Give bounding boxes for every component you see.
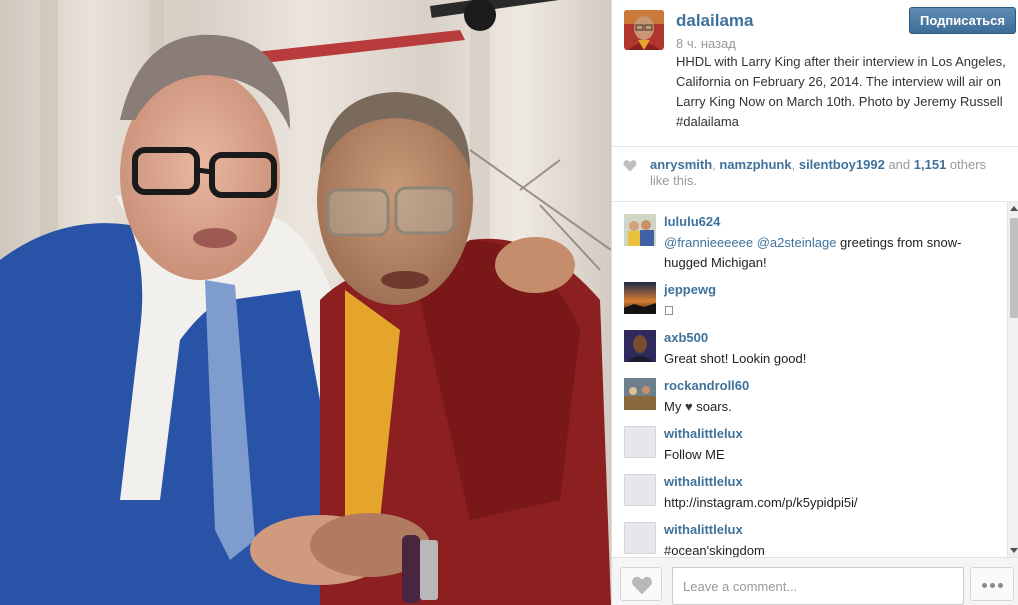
comment-username[interactable]: withalittlelux (664, 426, 743, 441)
avatar-image (624, 10, 664, 50)
comment-username[interactable]: axb500 (664, 330, 708, 345)
likes-summary: anrysmith, namzphunk, silentboy1992 and … (612, 147, 1018, 202)
likes-separator: , (791, 157, 799, 172)
commenter-avatar[interactable] (624, 214, 656, 246)
comment-mention[interactable]: @a2steinlage (757, 235, 837, 250)
comment-username[interactable]: jeppewg (664, 282, 716, 297)
heart-icon: ♥ (684, 399, 693, 414)
more-dots-icon (998, 583, 1003, 588)
post-header: dalailama 8 ч. назад HHDL with Larry Kin… (612, 0, 1018, 147)
comment-text-before: My (664, 399, 685, 414)
scrollbar-thumb[interactable] (1010, 218, 1018, 318)
comment-mention[interactable]: @frannieeeeee (664, 235, 753, 250)
comment-input[interactable] (672, 567, 964, 605)
comment-text: @frannieeeeee @a2steinlage greetings fro… (664, 233, 994, 273)
comment-text: Follow ME (664, 447, 725, 462)
post-photo[interactable] (0, 0, 611, 605)
commenter-avatar[interactable] (624, 474, 656, 506)
liker-link[interactable]: silentboy1992 (799, 157, 885, 172)
comment-text: My ♥ soars. (664, 397, 994, 417)
scroll-up-arrow-icon[interactable] (1010, 206, 1018, 211)
avatar-image (624, 282, 656, 314)
post-photo-image (0, 0, 611, 605)
liker-link[interactable]: anrysmith (650, 157, 712, 172)
commenter-avatar[interactable] (624, 330, 656, 362)
commenter-avatar[interactable] (624, 378, 656, 410)
comment-username[interactable]: withalittlelux (664, 474, 743, 489)
comment-text-after: soars. (692, 399, 732, 414)
avatar-image (624, 378, 656, 410)
avatar-image (624, 214, 656, 246)
liker-link[interactable]: namzphunk (719, 157, 791, 172)
likes-count[interactable]: 1,151 (914, 157, 947, 172)
comment-text: http://instagram.com/p/k5ypidpi5i/ (664, 495, 858, 510)
more-dots-icon (990, 583, 995, 588)
comments-list[interactable]: lululu624 @frannieeeeee @a2steinlage gre… (612, 202, 1007, 557)
comment-footer (612, 557, 1018, 605)
comments-scrollbar[interactable] (1007, 202, 1018, 557)
heart-icon (632, 576, 652, 595)
comment-text: 󾌵 (664, 303, 674, 318)
scroll-down-arrow-icon[interactable] (1010, 548, 1018, 553)
commenter-avatar[interactable] (624, 522, 656, 554)
comment-username[interactable]: lululu624 (664, 214, 720, 229)
commenter-avatar[interactable] (624, 426, 656, 458)
comment-username[interactable]: rockandroll60 (664, 378, 749, 393)
author-avatar[interactable] (624, 10, 664, 50)
like-button[interactable] (620, 567, 662, 601)
likes-text: anrysmith, namzphunk, silentboy1992 and … (650, 157, 1005, 189)
follow-button[interactable]: Подписаться (909, 7, 1016, 34)
more-dots-icon (982, 583, 987, 588)
commenter-avatar[interactable] (624, 282, 656, 314)
comment-username[interactable]: withalittlelux (664, 522, 743, 537)
post-timestamp[interactable]: 8 ч. назад (676, 36, 736, 51)
more-options-button[interactable] (970, 567, 1014, 601)
comment-text: #ocean'skingdom (664, 543, 765, 557)
post-caption: HHDL with Larry King after their intervi… (676, 54, 1006, 129)
author-username[interactable]: dalailama (676, 11, 754, 31)
comment-text: Great shot! Lookin good! (664, 351, 807, 366)
heart-icon (623, 160, 637, 172)
likes-and: and (884, 157, 914, 172)
avatar-image (624, 330, 656, 362)
post-details-panel: dalailama 8 ч. назад HHDL with Larry Kin… (611, 0, 1018, 605)
